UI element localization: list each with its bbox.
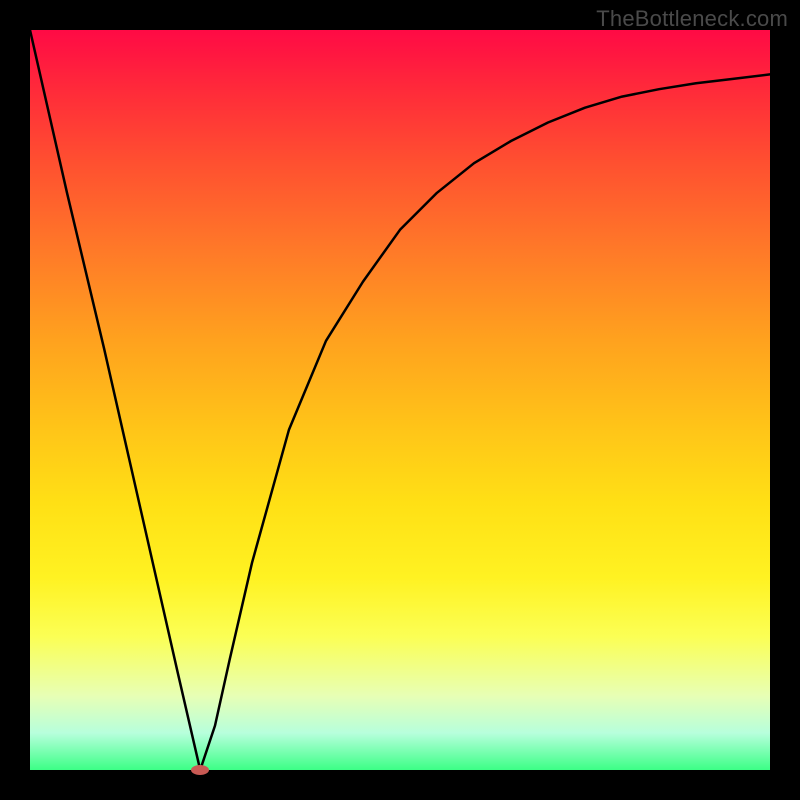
bottleneck-curve: [30, 30, 770, 770]
watermark-text: TheBottleneck.com: [596, 6, 788, 32]
chart-frame: TheBottleneck.com: [0, 0, 800, 800]
minimum-marker: [191, 765, 209, 775]
curve-path: [30, 30, 770, 770]
plot-area: [30, 30, 770, 770]
